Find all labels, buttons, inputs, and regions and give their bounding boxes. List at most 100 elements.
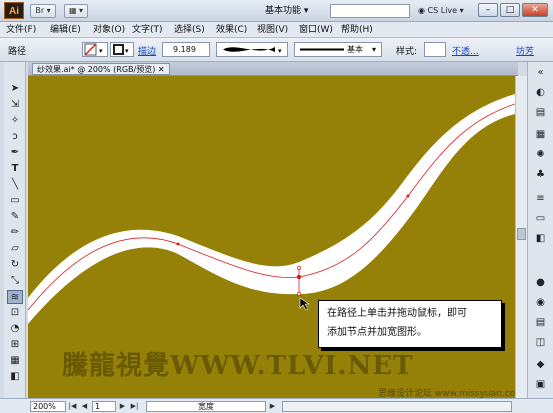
stroke-panel-icon[interactable]: ≡ xyxy=(533,192,548,206)
eraser-tool-icon[interactable]: ▱ xyxy=(7,242,23,256)
pencil-tool-icon[interactable]: ✏ xyxy=(7,226,23,240)
brush-definition-select[interactable]: 基本 ▾ xyxy=(294,42,382,57)
artboard-number: 1 xyxy=(95,402,101,411)
variable-width-profile-select[interactable]: ▾ xyxy=(216,42,288,57)
stroke-panel-link[interactable]: 描边 xyxy=(138,44,156,57)
mesh-tool-icon[interactable]: ▦ xyxy=(7,354,23,368)
close-icon[interactable]: ✕ xyxy=(158,65,165,74)
callout-line-1: 在路径上单击并拖动鼠标，即可 xyxy=(327,308,467,319)
line-tool-icon[interactable]: ╲ xyxy=(7,178,23,192)
swatches-panel-icon[interactable]: ▦ xyxy=(533,128,548,142)
color-panel-icon[interactable]: ◐ xyxy=(533,86,548,100)
document-tab[interactable]: 纱效果.ai* @ 200% (RGB/预览) ✕ xyxy=(32,63,170,75)
workspace-switcher[interactable]: 基本功能 ▾ xyxy=(265,4,308,18)
appearance-panel-icon[interactable]: ● xyxy=(533,276,548,290)
type-tool-icon[interactable]: T xyxy=(7,162,23,176)
tools-panel: ➤ ⇲ ✧ ↄ ✒ T ╲ ▭ ✎ ✏ ▱ ↻ ⤡ ≋ ⊡ ◔ ⊞ ▦ ◧ xyxy=(4,62,26,398)
callout-line-2: 添加节点并加宽图形。 xyxy=(327,327,427,338)
paintbrush-tool-icon[interactable]: ✎ xyxy=(7,210,23,224)
perspective-grid-tool-icon[interactable]: ⊞ xyxy=(7,338,23,352)
opacity-panel-link[interactable]: 不透... xyxy=(452,44,479,57)
width-tool-cursor-icon xyxy=(299,297,310,311)
layers-panel-icon[interactable]: ◆ xyxy=(533,358,548,372)
artboard-number-field[interactable]: 1 xyxy=(92,401,116,412)
width-handle-bottom xyxy=(297,292,301,296)
status-info-label: 宽度 xyxy=(198,402,214,411)
symbols-panel-icon[interactable]: ♣ xyxy=(533,168,548,182)
title-bar: Ai Br ▾ ▦ ▾ 基本功能 ▾ ◉ CS Live ▾ – □ ✕ xyxy=(0,0,553,22)
menu-help[interactable]: 帮助(H) xyxy=(341,22,373,38)
direct-selection-tool-icon[interactable]: ⇲ xyxy=(7,98,23,112)
cs-live-button[interactable]: ◉ CS Live ▾ xyxy=(418,4,464,18)
menu-bar: 文件(F) 编辑(E) 对象(O) 文字(T) 选择(S) 效果(C) 视图(V… xyxy=(0,22,553,38)
magic-wand-tool-icon[interactable]: ✧ xyxy=(7,114,23,128)
panel-dock: « ◐ ▤ ▦ ✺ ♣ ≡ ▭ ◧ ● ◉ ▤ ◫ ◆ ▣ xyxy=(527,62,553,398)
document-tab-bar: 纱效果.ai* @ 200% (RGB/预览) ✕ xyxy=(28,62,518,76)
help-search-input[interactable] xyxy=(330,4,410,18)
variable-width-path xyxy=(28,94,515,324)
graphic-style-select[interactable] xyxy=(424,42,446,57)
rotate-tool-icon[interactable]: ↻ xyxy=(7,258,23,272)
color-guide-icon[interactable]: ▤ xyxy=(533,106,548,120)
gradient-panel-icon[interactable]: ▭ xyxy=(533,212,548,226)
arrange-documents-button[interactable]: ▦ ▾ xyxy=(64,4,88,18)
first-artboard-icon[interactable]: |◀ xyxy=(68,401,77,412)
minimize-button[interactable]: – xyxy=(478,3,498,17)
svg-text:▾: ▾ xyxy=(99,47,103,55)
fill-color-swatch[interactable]: ▾ xyxy=(82,42,108,57)
stroke-color-swatch[interactable]: ▾ xyxy=(110,42,134,57)
stroke-weight-value: 9.189 xyxy=(173,45,196,54)
status-info-field[interactable]: 宽度 xyxy=(146,401,266,412)
previous-artboard-icon[interactable]: ◀ xyxy=(80,401,89,412)
svg-text:▾: ▾ xyxy=(278,47,282,55)
anchor-point xyxy=(406,194,410,198)
stroke-weight-field[interactable]: 9.189 xyxy=(162,42,210,57)
scale-tool-icon[interactable]: ⤡ xyxy=(7,274,23,288)
last-artboard-icon[interactable]: ▶| xyxy=(130,401,139,412)
width-tool-icon[interactable]: ≋ xyxy=(7,290,23,304)
lasso-tool-icon[interactable]: ↄ xyxy=(7,130,23,144)
pathfinder-panel-icon[interactable]: ◫ xyxy=(533,336,548,350)
instruction-callout: 在路径上单击并拖动鼠标，即可 添加节点并加宽图形。 xyxy=(318,300,502,348)
menu-view[interactable]: 视图(V) xyxy=(257,22,288,38)
menu-file[interactable]: 文件(F) xyxy=(6,22,36,38)
zoom-value: 200% xyxy=(33,402,56,411)
bridge-button[interactable]: Br ▾ xyxy=(30,4,56,18)
next-artboard-icon[interactable]: ▶ xyxy=(118,401,127,412)
align-panel-icon[interactable]: ▤ xyxy=(533,316,548,330)
brush-label: 基本 xyxy=(347,45,363,54)
vertical-scrollbar[interactable] xyxy=(515,76,527,398)
style-label: 样式: xyxy=(396,47,418,57)
menu-edit[interactable]: 编辑(E) xyxy=(50,22,81,38)
menu-select[interactable]: 选择(S) xyxy=(174,22,205,38)
menu-object[interactable]: 对象(O) xyxy=(93,22,125,38)
gradient-tool-icon[interactable]: ◧ xyxy=(7,370,23,384)
artboards-panel-icon[interactable]: ▣ xyxy=(533,378,548,392)
graphic-styles-panel-icon[interactable]: ◉ xyxy=(533,296,548,310)
cs-live-label: CS Live xyxy=(427,6,458,15)
panel-collapse-icon[interactable]: « xyxy=(533,66,548,80)
maximize-button[interactable]: □ xyxy=(500,3,520,17)
status-menu-icon[interactable]: ▶ xyxy=(268,401,277,412)
brushes-panel-icon[interactable]: ✺ xyxy=(533,148,548,162)
shape-builder-tool-icon[interactable]: ◔ xyxy=(7,322,23,336)
cs-live-icon: ◉ xyxy=(418,6,425,15)
horizontal-scrollbar[interactable] xyxy=(282,401,512,412)
free-transform-tool-icon[interactable]: ⊡ xyxy=(7,306,23,320)
transparency-panel-icon[interactable]: ◧ xyxy=(533,232,548,246)
rectangle-tool-icon[interactable]: ▭ xyxy=(7,194,23,208)
pen-tool-icon[interactable]: ✒ xyxy=(7,146,23,160)
other-panel-link[interactable]: 坊芳 xyxy=(516,44,534,57)
document-tab-label: 纱效果.ai* @ 200% (RGB/预览) xyxy=(37,65,156,74)
scrollbar-thumb[interactable] xyxy=(517,228,526,240)
close-button[interactable]: ✕ xyxy=(522,3,548,17)
zoom-field[interactable]: 200% xyxy=(30,401,66,412)
chevron-down-icon: ▾ xyxy=(372,45,377,54)
menu-window[interactable]: 窗口(W) xyxy=(299,22,333,38)
menu-type[interactable]: 文字(T) xyxy=(132,22,163,38)
menu-effect[interactable]: 效果(C) xyxy=(216,22,247,38)
status-bar: 200% |◀ ◀ 1 ▶ ▶| 宽度 ▶ xyxy=(0,398,553,413)
selection-tool-icon[interactable]: ➤ xyxy=(7,82,23,96)
svg-text:▾: ▾ xyxy=(125,47,129,55)
watermark: 騰龍視覺WWW.TLVI.NET xyxy=(62,351,414,381)
